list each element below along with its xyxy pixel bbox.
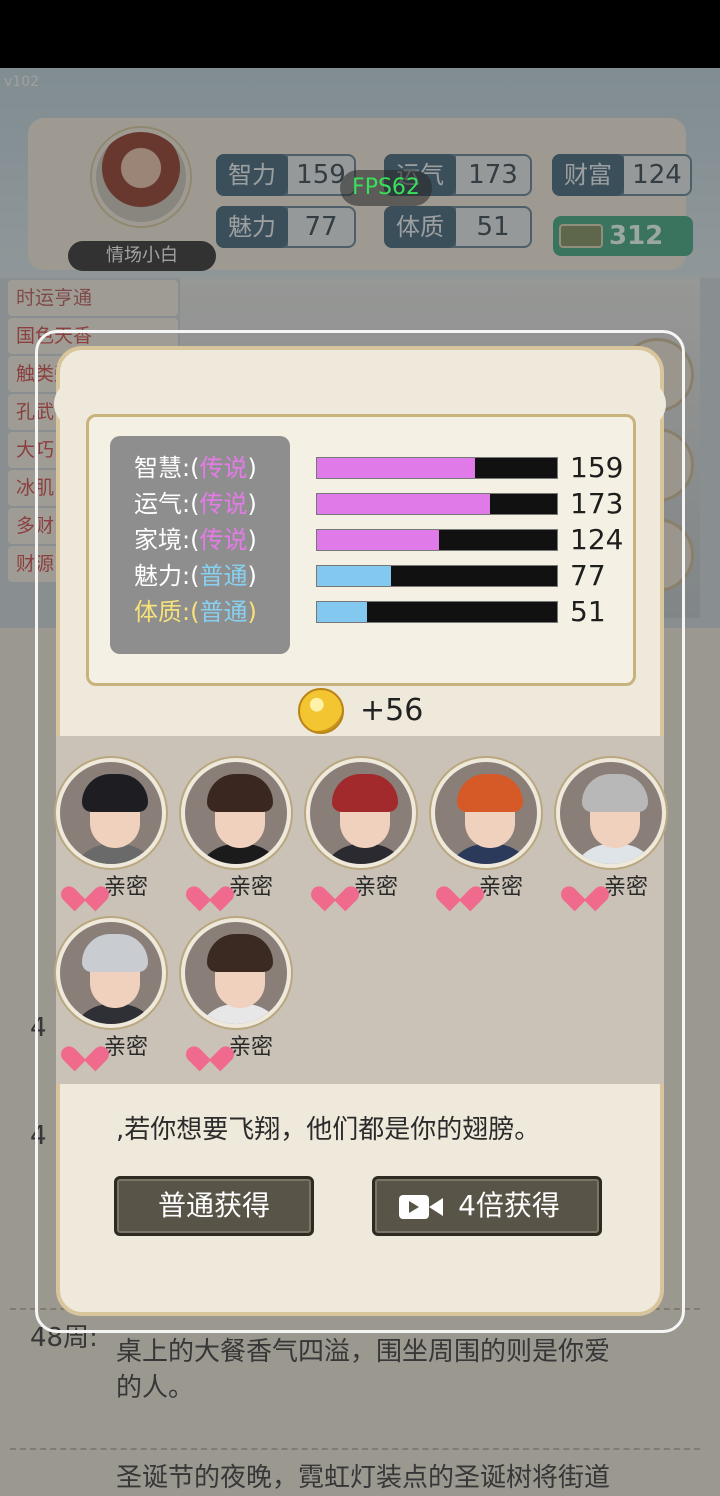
intimacy-tag: 亲密 (195, 872, 273, 904)
attribute-bar-fill (317, 566, 392, 586)
intimacy-tag: 亲密 (70, 872, 148, 904)
attribute-colon: :( (182, 598, 200, 626)
attribute-rank: 普通 (199, 562, 248, 590)
attribute-value: 159 (570, 451, 624, 484)
portrait-hair (582, 774, 648, 812)
attribute-name: 智慧 (134, 454, 182, 482)
portrait-hair (207, 774, 273, 812)
attribute-label: 体质:(普通) (134, 594, 257, 630)
attribute-rank: 传说 (199, 454, 248, 482)
portrait-hair (207, 934, 273, 972)
attribute-name: 魅力 (134, 562, 182, 590)
quad-claim-label: 4倍获得 (458, 1189, 560, 1222)
heart-icon (195, 874, 225, 902)
attribute-paren: ) (247, 490, 257, 518)
character-card[interactable]: 亲密 (56, 758, 168, 908)
intimacy-label: 亲密 (104, 1035, 149, 1060)
portrait-hair (82, 934, 148, 972)
reward-quote: ,若你想要飞翔，他们都是你的翅膀。 (116, 1115, 541, 1145)
attribute-bar (316, 529, 558, 551)
character-card[interactable]: 亲密 (306, 758, 418, 908)
heart-icon (445, 874, 475, 902)
attribute-bar-fill (317, 530, 440, 550)
heart-icon (320, 874, 350, 902)
attribute-bar (316, 457, 558, 479)
attribute-label: 智慧:(传说) (134, 450, 257, 486)
character-portrait (556, 758, 666, 868)
intimacy-label: 亲密 (479, 875, 524, 900)
intimacy-label: 亲密 (354, 875, 399, 900)
attribute-paren: ) (247, 526, 257, 554)
attribute-label: 魅力:(普通) (134, 558, 257, 594)
attribute-rank: 普通 (199, 598, 248, 626)
intimacy-tag: 亲密 (195, 1032, 273, 1064)
attribute-name: 运气 (134, 490, 182, 518)
attribute-rank: 传说 (199, 490, 248, 518)
fps-counter: FPS62 (340, 170, 432, 206)
character-card[interactable]: 亲密 (431, 758, 543, 908)
attribute-value: 124 (570, 523, 624, 556)
attribute-colon: :( (182, 490, 200, 518)
character-portrait (181, 918, 291, 1028)
character-card[interactable]: 亲密 (556, 758, 668, 908)
reward-amount: +56 (360, 693, 424, 728)
attribute-value: 173 (570, 487, 624, 520)
normal-claim-button[interactable]: 普通获得 (114, 1176, 314, 1236)
attribute-paren: ) (247, 562, 257, 590)
portrait-hair (457, 774, 523, 812)
attribute-name: 体质 (134, 598, 182, 626)
character-portrait (56, 758, 166, 868)
attribute-paren: ) (247, 598, 257, 626)
intimacy-tag: 亲密 (70, 1032, 148, 1064)
attribute-bar-fill (317, 458, 476, 478)
attribute-bar (316, 493, 558, 515)
intimacy-label: 亲密 (104, 875, 149, 900)
coin-icon (298, 688, 344, 734)
attribute-name: 家境 (134, 526, 182, 554)
heart-icon (195, 1034, 225, 1062)
intimacy-label: 亲密 (229, 875, 274, 900)
attribute-rank: 传说 (199, 526, 248, 554)
attribute-bar (316, 601, 558, 623)
character-portrait (181, 758, 291, 868)
intimacy-label: 亲密 (229, 1035, 274, 1060)
attribute-colon: :( (182, 526, 200, 554)
character-card[interactable]: 亲密 (56, 918, 168, 1068)
portrait-hair (82, 774, 148, 812)
portrait-hair (332, 774, 398, 812)
attribute-bar (316, 565, 558, 587)
intimacy-tag: 亲密 (570, 872, 648, 904)
attribute-bar-fill (317, 602, 368, 622)
heart-icon (70, 874, 100, 902)
heart-icon (570, 874, 600, 902)
character-portrait (56, 918, 166, 1028)
video-icon (399, 1193, 445, 1221)
intimacy-label: 亲密 (604, 875, 649, 900)
attribute-value: 77 (570, 559, 606, 592)
intimacy-tag: 亲密 (320, 872, 398, 904)
attribute-colon: :( (182, 454, 200, 482)
intimacy-tag: 亲密 (445, 872, 523, 904)
attribute-value: 51 (570, 595, 606, 628)
attribute-colon: :( (182, 562, 200, 590)
attribute-bar-fill (317, 494, 490, 514)
attribute-label: 运气:(传说) (134, 486, 257, 522)
normal-claim-label: 普通获得 (157, 1189, 270, 1222)
quad-claim-button[interactable]: 4倍获得 (372, 1176, 602, 1236)
attribute-label: 家境:(传说) (134, 522, 257, 558)
character-portrait (431, 758, 541, 868)
character-card[interactable]: 亲密 (181, 758, 293, 908)
heart-icon (70, 1034, 100, 1062)
attribute-paren: ) (247, 454, 257, 482)
character-card[interactable]: 亲密 (181, 918, 293, 1068)
character-portrait (306, 758, 416, 868)
